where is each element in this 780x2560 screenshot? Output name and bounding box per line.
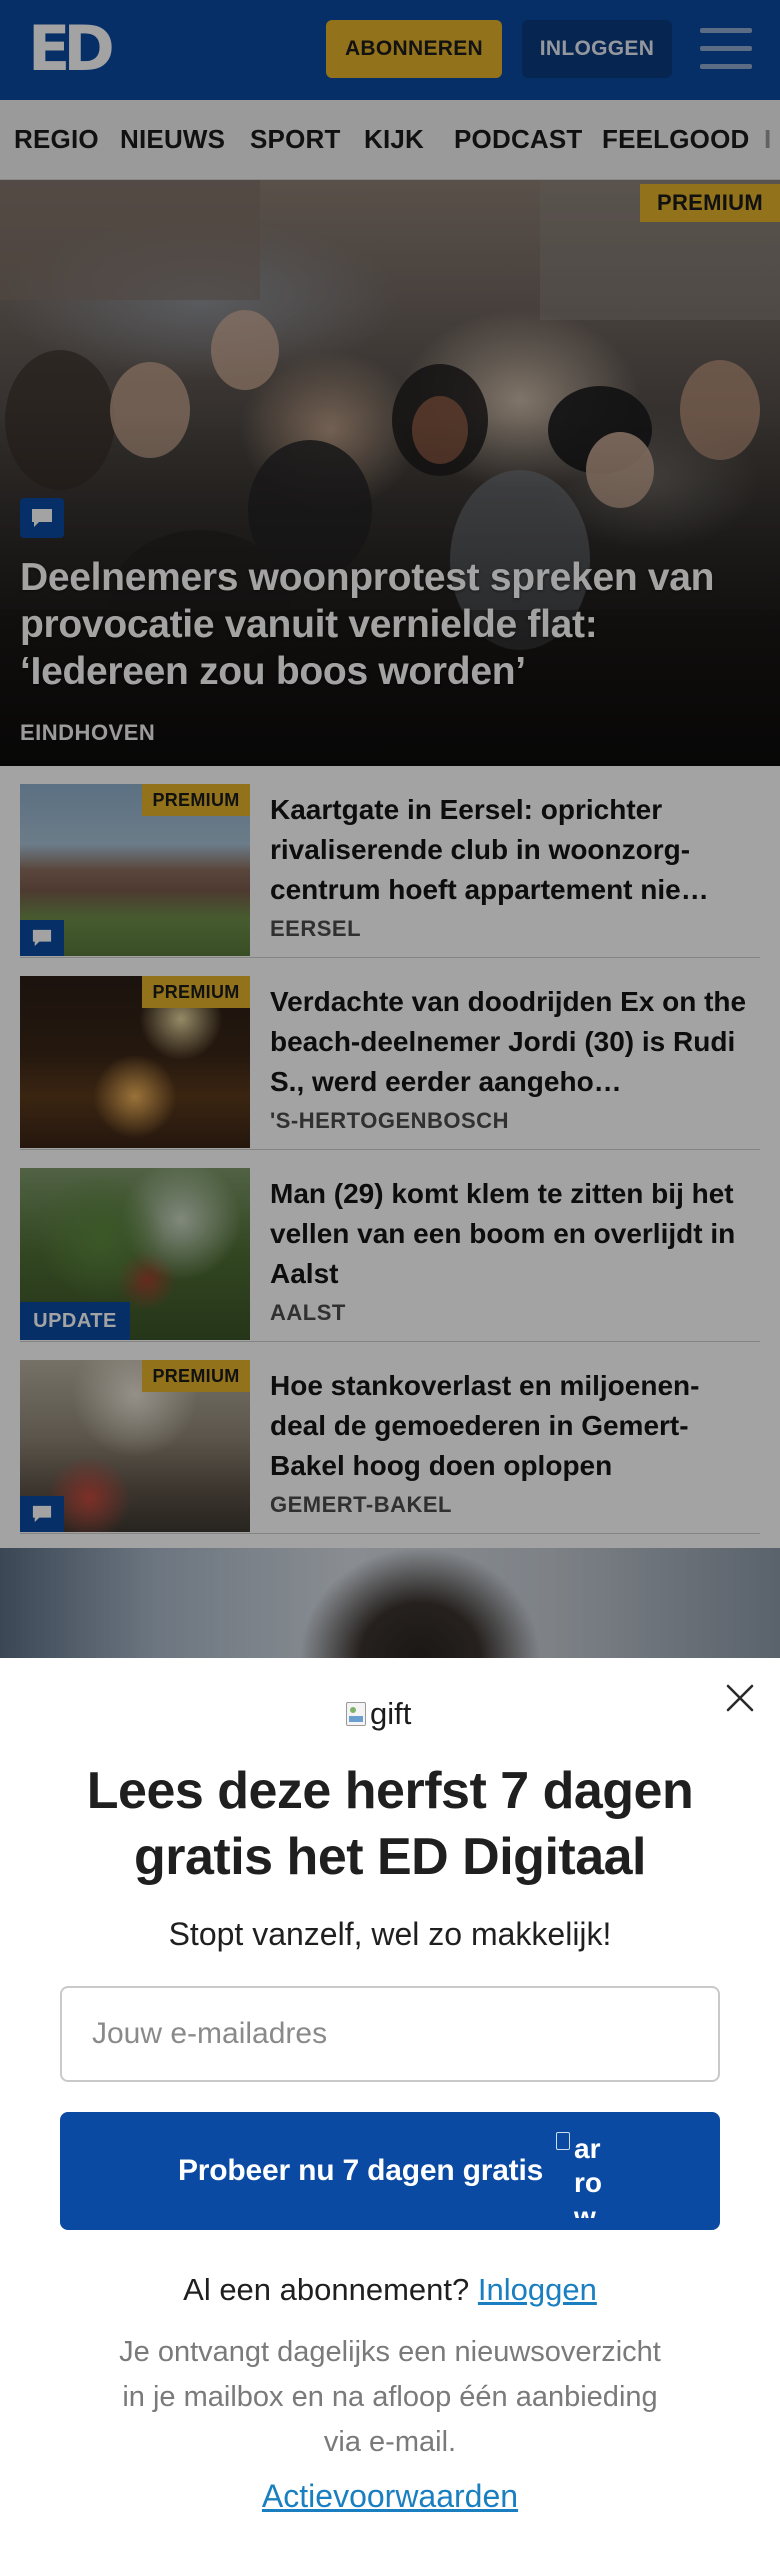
gift-icon: gift	[346, 1692, 442, 1736]
arrow-right-icon: arrow right	[554, 2126, 610, 2218]
info-text: Je ontvangt dagelijks een nieuwsoverzich…	[119, 2336, 661, 2458]
arrow-right-alt-text: arrow right	[574, 2133, 602, 2218]
try-free-button[interactable]: Probeer nu 7 dagen gratis arrow right	[60, 2112, 720, 2230]
modal-subtitle: Stopt vanzelf, wel zo makkelijk!	[168, 1916, 612, 1952]
terms-link[interactable]: Actievoorwaarden	[40, 2478, 740, 2515]
subscription-modal: gift Lees deze herfst 7 dagen gratis het…	[0, 1658, 780, 2560]
close-icon[interactable]	[722, 1680, 758, 1716]
gift-alt-text: gift	[370, 1696, 412, 1731]
login-prompt-text: Al een abonnement?	[183, 2272, 470, 2307]
login-prompt: Al een abonnement? Inloggen	[40, 2272, 740, 2308]
modal-backdrop[interactable]	[0, 0, 780, 1658]
email-field[interactable]	[60, 1986, 720, 2082]
try-free-button-label: Probeer nu 7 dagen gratis	[178, 2154, 544, 2187]
modal-title: Lees deze herfst 7 dagen gratis het ED D…	[86, 1762, 694, 1886]
broken-image-icon	[346, 1702, 366, 1726]
login-link[interactable]: Inloggen	[478, 2272, 597, 2307]
